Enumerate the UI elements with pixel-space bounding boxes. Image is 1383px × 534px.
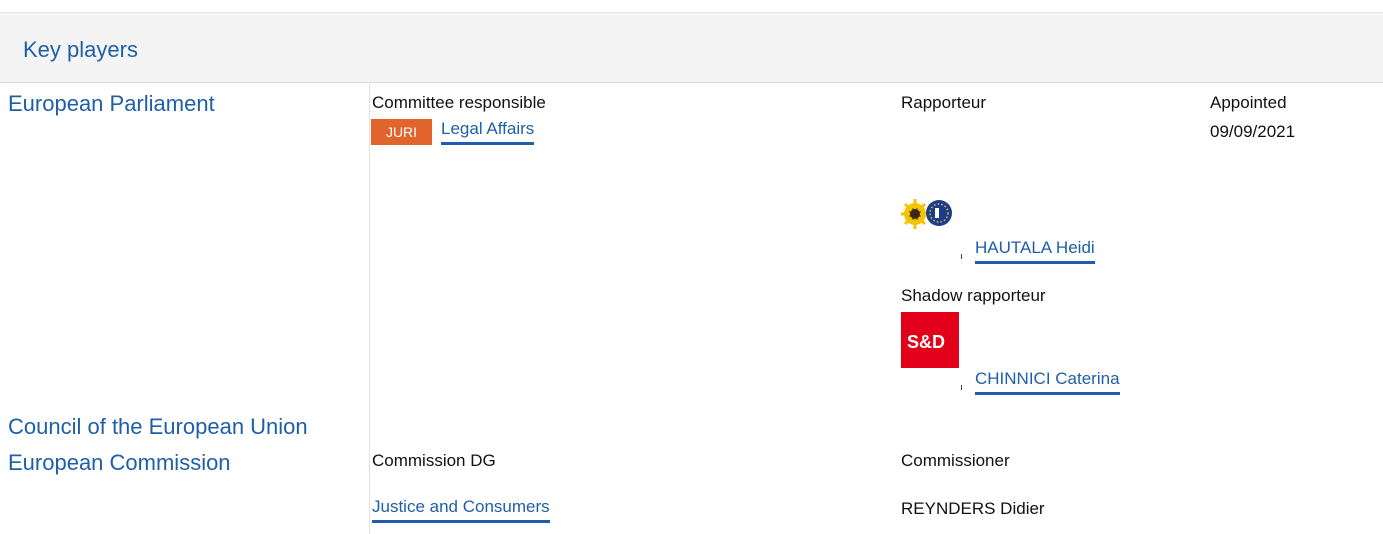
institution-commission[interactable]: European Commission	[8, 450, 231, 476]
tick-mark	[961, 385, 962, 390]
commission-dg-link[interactable]: Justice and Consumers	[372, 497, 550, 523]
appointed-label: Appointed	[1210, 93, 1287, 112]
shadow-rapporteur-link[interactable]: CHINNICI Caterina	[975, 369, 1120, 395]
appointed-date: 09/09/2021	[1210, 122, 1296, 141]
greens-efa-logo-icon	[901, 196, 957, 230]
tick-mark	[961, 254, 962, 259]
rapporteur-label: Rapporteur	[901, 93, 987, 112]
committee-responsible-label: Committee responsible	[372, 93, 546, 112]
rapporteur-link[interactable]: HAUTALA Heidi	[975, 238, 1095, 264]
panel-title: Key players	[23, 37, 138, 62]
committee-badge: JURI	[371, 119, 432, 145]
commissioner-label: Commissioner	[901, 451, 1010, 470]
committee-link[interactable]: Legal Affairs	[441, 119, 535, 145]
panel-header: Key players	[0, 12, 1383, 83]
shadow-rapporteur-label: Shadow rapporteur	[901, 286, 1046, 305]
sd-group-logo-icon: S&D	[901, 312, 959, 368]
institution-council[interactable]: Council of the European Union	[8, 414, 308, 440]
commission-dg-label: Commission DG	[372, 451, 496, 470]
sd-logo-text: S&D	[907, 332, 946, 352]
commissioner-name: REYNDERS Didier	[901, 499, 1045, 518]
column-divider	[369, 83, 370, 534]
institution-parliament[interactable]: European Parliament	[8, 91, 215, 117]
